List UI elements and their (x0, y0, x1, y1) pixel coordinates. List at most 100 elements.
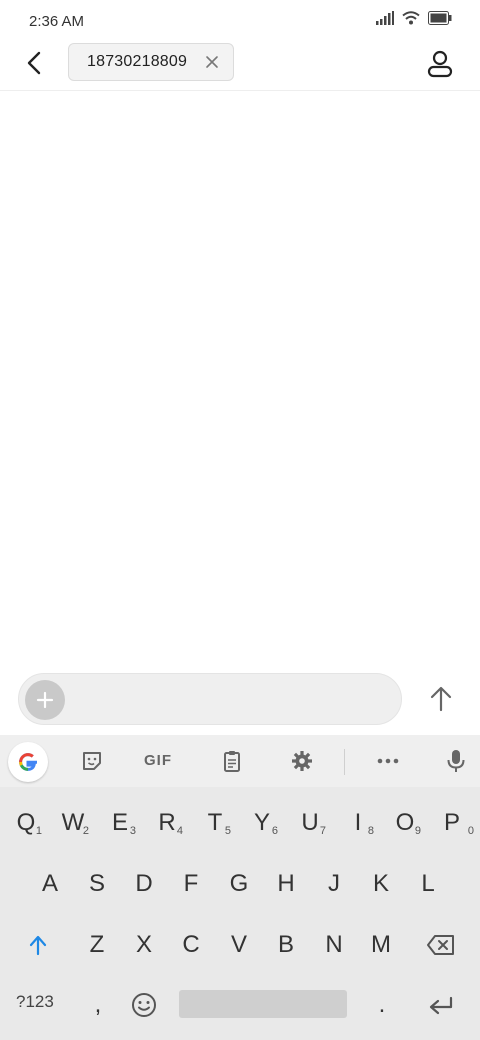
emoji-key[interactable] (124, 980, 164, 1030)
key-label: K (372, 870, 389, 897)
recipient-chip[interactable]: 18730218809 (68, 43, 234, 81)
status-bar: 2:36 AM (0, 0, 480, 42)
recipient-number: 18730218809 (87, 53, 188, 70)
key-hint: 4 (176, 825, 183, 837)
key-i[interactable]: I8 (338, 798, 378, 848)
more-options-icon[interactable] (374, 747, 402, 775)
emoji-smiley-icon (132, 993, 156, 1017)
settings-gear-icon[interactable] (288, 747, 316, 775)
shift-arrow-icon (29, 935, 47, 956)
keyboard: G I F Q 1 W 2 E 3 R 4 T 5 Y 6 U 7 I 8 O 9 … (0, 735, 480, 1040)
key-hint: 0 (467, 825, 474, 837)
key-z[interactable]: Z (77, 920, 117, 970)
key-h[interactable]: H (266, 859, 306, 909)
shift-key[interactable] (18, 920, 58, 970)
send-arrow-icon[interactable] (427, 685, 455, 713)
backspace-icon (427, 935, 454, 955)
key-hint: 1 (35, 825, 42, 837)
status-time: 2:36 AM (29, 13, 85, 30)
key-v[interactable]: V (219, 920, 259, 970)
period-key[interactable]: . (362, 980, 402, 1030)
key-n[interactable]: N (314, 920, 354, 970)
space-key[interactable] (179, 990, 347, 1018)
signal-icon (376, 11, 394, 25)
key-c[interactable]: C (171, 920, 211, 970)
key-label: N (325, 931, 343, 958)
key-label: J (328, 870, 340, 897)
battery-icon (428, 11, 452, 25)
key-label: D (135, 870, 153, 897)
contact-icon[interactable] (426, 50, 454, 78)
key-label: H (277, 870, 295, 897)
clipboard-icon[interactable] (218, 747, 246, 775)
key-hint: 2 (82, 825, 89, 837)
key-f[interactable]: F (171, 859, 211, 909)
key-y[interactable]: Y6 (242, 798, 282, 848)
key-x[interactable]: X (124, 920, 164, 970)
key-label: G (229, 870, 249, 897)
key-o[interactable]: O9 (385, 798, 425, 848)
key-label: L (421, 870, 435, 897)
toolbar-divider (344, 749, 345, 775)
key-label: . (378, 991, 386, 1018)
key-label: A (41, 870, 58, 897)
key-label: M (371, 931, 391, 958)
enter-arrow-icon (429, 996, 453, 1015)
key-label: U (301, 809, 319, 836)
key-label: F (183, 870, 199, 897)
attach-button[interactable] (25, 680, 65, 720)
message-input[interactable] (18, 673, 402, 725)
key-label: O (395, 809, 415, 836)
key-a[interactable]: A (30, 859, 70, 909)
key-u[interactable]: U7 (290, 798, 330, 848)
key-l[interactable]: L (408, 859, 448, 909)
key-label: V (230, 931, 247, 958)
google-g-icon (19, 753, 37, 771)
keyboard-toolbar: GIF (0, 735, 480, 787)
key-q[interactable]: Q1 (6, 798, 46, 848)
backspace-key[interactable] (421, 920, 461, 970)
key-r[interactable]: R4 (147, 798, 187, 848)
key-m[interactable]: M (361, 920, 401, 970)
key-p[interactable]: P0 (432, 798, 474, 848)
key-hint: 6 (271, 825, 278, 837)
key-label: E (111, 809, 128, 836)
key-s[interactable]: S (77, 859, 117, 909)
remove-recipient-icon[interactable] (205, 55, 219, 69)
key-w[interactable]: W2 (53, 798, 93, 848)
key-label: W (61, 809, 85, 836)
conversation-header: 18730218809 (0, 42, 480, 91)
key-t[interactable]: T5 (195, 798, 235, 848)
key-e[interactable]: E3 (100, 798, 140, 848)
key-hint: 8 (367, 825, 374, 837)
key-label: X (135, 931, 152, 958)
gif-button[interactable]: GIF (144, 752, 172, 769)
key-k[interactable]: K (361, 859, 401, 909)
message-thread (0, 91, 480, 671)
key-hint: 7 (319, 825, 326, 837)
key-label: R (158, 809, 176, 836)
key-label: P (443, 809, 460, 836)
key-label: Y (253, 809, 270, 836)
wifi-icon (402, 11, 420, 25)
key-hint: 9 (414, 825, 421, 837)
key-label: I (354, 809, 362, 836)
microphone-icon[interactable] (442, 747, 470, 775)
key-hint: 3 (129, 825, 136, 837)
back-arrow-icon[interactable] (22, 50, 48, 76)
plus-icon (36, 691, 54, 709)
key-j[interactable]: J (314, 859, 354, 909)
sticker-icon[interactable] (78, 747, 106, 775)
key-b[interactable]: B (266, 920, 306, 970)
key-d[interactable]: D (124, 859, 164, 909)
key-label: C (182, 931, 200, 958)
comma-key[interactable]: , (78, 980, 118, 1030)
key-hint: 5 (224, 825, 231, 837)
enter-key[interactable] (421, 980, 461, 1030)
key-g[interactable]: G (219, 859, 259, 909)
google-button[interactable] (8, 742, 48, 782)
symbols-key[interactable]: ?123 (16, 992, 54, 1012)
key-label: S (88, 870, 105, 897)
status-icons (376, 11, 452, 25)
key-label: , (94, 991, 102, 1018)
